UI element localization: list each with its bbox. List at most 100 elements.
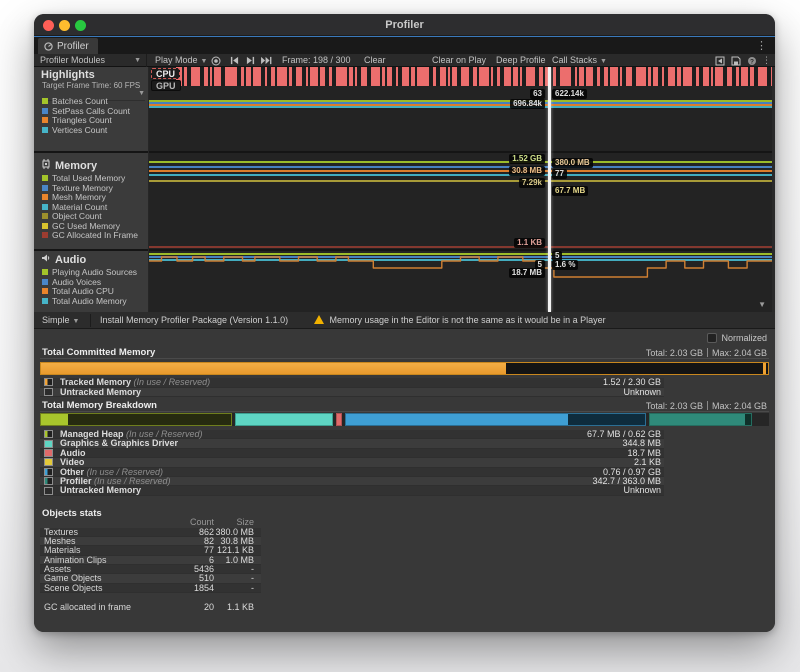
cpu-frame-bar	[411, 67, 415, 86]
sidebar-counter-audio-voices[interactable]: Audio Voices	[42, 277, 101, 287]
breakdown-segment-managed-heap	[40, 413, 232, 426]
normalized-toggle[interactable]: Normalized	[707, 331, 767, 344]
objects-rows: Textures862380.0 MBMeshes8230.8 MBMateri…	[40, 528, 261, 594]
sidebar-counter-playing-audio-sources[interactable]: Playing Audio Sources	[42, 267, 137, 277]
profiler-window: Profiler Profiler ⋮ Profiler Modules ▼ P…	[34, 14, 775, 632]
sidebar-counter-total-audio-cpu[interactable]: Total Audio CPU	[42, 286, 114, 296]
desktop-background: Profiler Profiler ⋮ Profiler Modules ▼ P…	[0, 0, 800, 672]
gauge-icon	[44, 42, 53, 51]
current-frame-icon[interactable]	[260, 55, 272, 66]
cpu-frame-bar	[653, 67, 658, 86]
sidebar-counter-total-audio-memory[interactable]: Total Audio Memory	[42, 296, 127, 306]
play-mode-dropdown[interactable]: Play Mode▼	[155, 54, 207, 67]
normalized-checkbox[interactable]	[707, 333, 717, 343]
profiler-modules-dropdown[interactable]: Profiler Modules ▼	[34, 54, 147, 67]
counter-label: Vertices Count	[52, 125, 107, 135]
legend-row-untracked-memory[interactable]: Untracked MemoryUnknown	[40, 388, 664, 398]
legend-row-graphics-graphics-driver[interactable]: Graphics & Graphics Driver344.8 MB	[40, 439, 664, 448]
record-icon[interactable]	[210, 55, 222, 66]
sidebar-counter-vertices-count[interactable]: Vertices Count	[42, 125, 107, 135]
gpu-track-label[interactable]: GPU	[151, 80, 181, 91]
module-title: Highlights	[41, 69, 95, 81]
table-row-scene-objects[interactable]: Scene Objects1854-	[40, 584, 261, 593]
tab-profiler[interactable]: Profiler	[38, 38, 98, 55]
cpu-frame-bar	[597, 67, 600, 86]
chart-series-line	[149, 174, 772, 176]
cell-size: 1.1 KB	[227, 602, 254, 612]
selected-frame-playhead[interactable]	[548, 67, 551, 312]
sidebar-counter-setpass-calls-count[interactable]: SetPass Calls Count	[42, 106, 130, 116]
counter-color-swatch	[42, 223, 48, 229]
tab-kebab-menu-icon[interactable]: ⋮	[756, 37, 767, 55]
chart-memory[interactable]: 1.52 GB380.0 MB30.8 MB777.29k67.7 MB1.1 …	[149, 153, 772, 249]
chart-series-line	[149, 106, 772, 108]
call-stacks-dropdown[interactable]: Call Stacks▼	[552, 54, 607, 67]
detail-view-dropdown[interactable]: Simple▼	[42, 312, 79, 329]
sidebar-counter-triangles-count[interactable]: Triangles Count	[42, 115, 112, 125]
cpu-track-label[interactable]: CPU	[151, 68, 180, 79]
sidebar-counter-total-used-memory[interactable]: Total Used Memory	[42, 173, 125, 183]
counter-label: Audio Voices	[52, 277, 101, 287]
legend-swatch	[44, 477, 53, 485]
toolbar-kebab-menu-icon[interactable]: ⋮	[762, 54, 771, 67]
module-header-highlights[interactable]: Highlights	[41, 69, 95, 81]
legend-row-audio[interactable]: Audio18.7 MB	[40, 449, 664, 458]
sidebar-counter-gc-used-memory[interactable]: GC Used Memory	[42, 221, 120, 231]
charts-canvas[interactable]: 63622.14k696.84kCPUGPU1.52 GB380.0 MB30.…	[149, 67, 772, 312]
chart-audio[interactable]: 551.6 %18.7 MB	[149, 251, 772, 312]
chart-value-label: 622.14k	[552, 89, 587, 99]
next-frame-icon[interactable]	[244, 55, 256, 66]
previous-frame-icon[interactable]	[228, 55, 240, 66]
breakdown-segment-fill	[650, 414, 745, 425]
module-header-memory[interactable]: Memory	[41, 159, 97, 172]
deep-profile-button[interactable]: Deep Profile	[496, 54, 546, 67]
chart-series-line	[149, 166, 772, 168]
cpu-frame-bar	[727, 67, 732, 86]
window-titlebar[interactable]: Profiler	[34, 14, 775, 36]
counter-label: Object Count	[52, 211, 102, 221]
module-header-audio[interactable]: Audio	[41, 253, 86, 266]
normalized-label: Normalized	[721, 333, 767, 343]
cpu-frame-bar	[491, 67, 493, 86]
clear-on-play-button[interactable]: Clear on Play	[432, 54, 486, 67]
cpu-frame-bar	[741, 67, 748, 86]
tab-bar: Profiler ⋮	[34, 36, 775, 54]
toolbar-separator	[90, 314, 91, 327]
memory-chip-icon	[41, 159, 51, 172]
cpu-frame-bar	[586, 67, 593, 86]
save-profile-icon[interactable]	[730, 55, 742, 66]
sidebar-counter-texture-memory[interactable]: Texture Memory	[42, 183, 113, 193]
install-memory-profiler-button[interactable]: Install Memory Profiler Package (Version…	[100, 312, 288, 329]
breakdown-segment-audio	[336, 413, 342, 426]
modules-sidebar: HighlightsTarget Frame Time: 60 FPS▼Batc…	[34, 67, 149, 312]
sidebar-counter-batches-count[interactable]: Batches Count	[42, 96, 108, 106]
cpu-frame-bar	[396, 67, 398, 86]
breakdown-segment-fill	[337, 414, 341, 425]
clear-button[interactable]: Clear	[364, 54, 386, 67]
cpu-frame-time-bars[interactable]	[176, 67, 772, 86]
counter-color-swatch	[42, 279, 48, 285]
cpu-frame-bar	[626, 67, 632, 86]
chart-context-arrow-icon[interactable]: ▼	[758, 300, 766, 309]
cpu-frame-bar	[553, 67, 556, 86]
cpu-frame-bar	[306, 67, 308, 86]
load-profile-icon[interactable]	[714, 55, 726, 66]
counter-color-swatch	[42, 288, 48, 294]
legend-swatch	[44, 487, 53, 495]
sidebar-counter-mesh-memory[interactable]: Mesh Memory	[42, 192, 106, 202]
cpu-frame-bar	[361, 67, 367, 86]
cpu-frame-bar	[184, 67, 187, 86]
chart-highlights[interactable]: 63622.14k696.84kCPUGPU	[149, 67, 772, 151]
cpu-frame-bar	[225, 67, 237, 86]
window-title: Profiler	[34, 14, 775, 36]
sidebar-counter-gc-allocated-in-frame[interactable]: GC Allocated In Frame	[42, 230, 138, 240]
help-icon[interactable]: ?	[746, 55, 758, 66]
sidebar-counter-material-count[interactable]: Material Count	[42, 202, 107, 212]
sidebar-counter-object-count[interactable]: Object Count	[42, 211, 102, 221]
cpu-frame-bar	[677, 67, 681, 86]
chart-value-label: 1.1 KB	[514, 238, 545, 248]
table-row-animation-clips[interactable]: Animation Clips61.0 MB	[40, 556, 261, 565]
legend-row-untracked-memory[interactable]: Untracked MemoryUnknown	[40, 486, 664, 495]
cpu-frame-bar	[452, 67, 457, 86]
svg-text:?: ?	[750, 58, 754, 65]
